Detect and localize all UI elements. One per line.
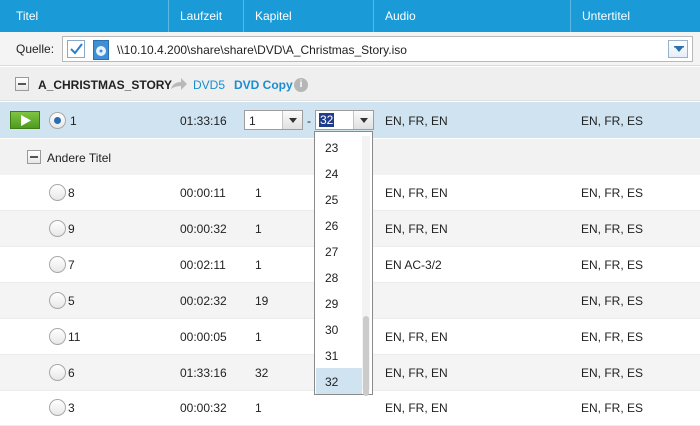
column-divider [373, 0, 374, 32]
title-duration: 00:00:11 [180, 186, 226, 200]
table-row[interactable]: 3 00:00:32 1 EN, FR, EN EN, FR, ES [0, 391, 700, 426]
dvd-copy-link[interactable]: DVD Copy [234, 78, 293, 92]
dropdown-option[interactable]: 27 [316, 238, 362, 264]
dropdown-scrollbar[interactable] [362, 136, 370, 396]
other-titles-label: Andere Titel [47, 151, 112, 165]
chapter-dropdown-list[interactable]: 23 24 25 26 27 28 29 30 31 32 [314, 131, 373, 396]
arrow-right-icon [171, 78, 187, 90]
chapter-to-select[interactable]: 32 [315, 110, 374, 130]
title-number: 8 [68, 186, 75, 200]
column-divider [570, 0, 571, 32]
dropdown-option[interactable]: 26 [316, 212, 362, 238]
title-audio: EN, FR, EN [385, 222, 448, 236]
source-path: \\10.10.4.200\share\share\DVD\A_Christma… [117, 43, 407, 57]
title-chapters: 1 [255, 258, 262, 272]
title-duration: 00:00:32 [180, 401, 227, 415]
column-duration[interactable]: Laufzeit [180, 9, 222, 23]
title-subtitles: EN, FR, ES [581, 401, 644, 415]
title-number: 3 [68, 401, 75, 415]
play-icon [21, 115, 31, 126]
title-radio[interactable] [49, 256, 66, 273]
chapter-range-dash: - [307, 114, 311, 128]
dropdown-option-selected[interactable]: 32 [316, 368, 362, 394]
title-audio: EN, FR, EN [385, 114, 448, 128]
title-duration: 00:00:32 [180, 222, 227, 236]
column-title[interactable]: Titel [16, 9, 38, 23]
dropdown-option[interactable]: 29 [316, 290, 362, 316]
title-radio[interactable] [49, 364, 66, 381]
title-duration: 01:33:16 [180, 114, 227, 128]
title-radio[interactable] [49, 220, 66, 237]
title-number: 6 [68, 366, 75, 380]
dropdown-option[interactable]: 23 [316, 134, 362, 160]
title-radio[interactable] [49, 399, 66, 416]
column-audio[interactable]: Audio [385, 9, 416, 23]
title-number: 5 [68, 294, 75, 308]
source-label: Quelle: [16, 42, 55, 56]
title-chapters: 1 [255, 330, 262, 344]
title-radio[interactable] [49, 292, 66, 309]
collapse-icon[interactable] [15, 77, 29, 91]
title-number: 7 [68, 258, 75, 272]
chapter-to-value[interactable]: 32 [319, 113, 335, 127]
dropdown-option[interactable]: 24 [316, 160, 362, 186]
chapter-from-value: 1 [249, 114, 256, 128]
disc-title: A_CHRISTMAS_STORY [38, 78, 173, 92]
title-number: 11 [68, 330, 81, 344]
disc-group-row: A_CHRISTMAS_STORY DVD5 DVD Copy i [0, 67, 700, 101]
title-chapters: 1 [255, 222, 262, 236]
title-subtitles: EN, FR, ES [581, 330, 644, 344]
title-audio: EN, FR, EN [385, 330, 448, 344]
info-icon[interactable]: i [294, 78, 308, 92]
title-radio[interactable] [49, 112, 66, 129]
column-chapters[interactable]: Kapitel [255, 9, 292, 23]
title-subtitles: EN, FR, ES [581, 222, 644, 236]
title-subtitles: EN, FR, ES [581, 294, 644, 308]
title-audio: EN, FR, EN [385, 366, 448, 380]
title-subtitles: EN, FR, ES [581, 366, 644, 380]
title-chapters: 32 [255, 366, 269, 380]
checkmark-icon [70, 43, 83, 55]
column-divider [243, 0, 244, 32]
title-radio[interactable] [49, 328, 66, 345]
dropdown-option[interactable]: 28 [316, 264, 362, 290]
source-bar: Quelle: \\10.10.4.200\share\share\DVD\A_… [0, 32, 700, 66]
dropdown-option[interactable]: 30 [316, 316, 362, 342]
chapter-from-select[interactable]: 1 [244, 110, 303, 130]
column-subtitles[interactable]: Untertitel [582, 9, 630, 23]
title-duration: 00:02:32 [180, 294, 227, 308]
chevron-down-icon [674, 46, 684, 52]
chapter-to-arrow[interactable] [353, 111, 373, 129]
title-subtitles: EN, FR, ES [581, 114, 644, 128]
title-number: 9 [68, 222, 75, 236]
source-dropdown-button[interactable] [668, 40, 688, 58]
source-select[interactable]: \\10.10.4.200\share\share\DVD\A_Christma… [62, 36, 693, 62]
column-header: Titel Laufzeit Kapitel Audio Untertitel [0, 0, 700, 32]
title-duration: 00:02:11 [180, 258, 226, 272]
column-divider [168, 0, 169, 32]
iso-file-icon [93, 40, 109, 60]
title-chapters: 19 [255, 294, 269, 308]
scrollbar-thumb[interactable] [363, 316, 369, 396]
title-duration: 00:00:05 [180, 330, 227, 344]
title-audio: EN, FR, EN [385, 186, 448, 200]
chapter-from-arrow[interactable] [282, 111, 302, 129]
chevron-down-icon [360, 118, 368, 123]
title-radio[interactable] [49, 184, 66, 201]
dropdown-option[interactable]: 31 [316, 342, 362, 368]
title-number: 1 [70, 114, 77, 128]
title-chapters: 1 [255, 186, 262, 200]
title-audio: EN AC-3/2 [385, 258, 442, 272]
play-button[interactable] [10, 111, 40, 129]
dvd5-link[interactable]: DVD5 [193, 78, 225, 92]
title-duration: 01:33:16 [180, 366, 227, 380]
title-subtitles: EN, FR, ES [581, 258, 644, 272]
title-chapters: 1 [255, 401, 262, 415]
title-subtitles: EN, FR, ES [581, 186, 644, 200]
source-checkbox[interactable] [67, 40, 85, 58]
chevron-down-icon [289, 118, 297, 123]
title-audio: EN, FR, EN [385, 401, 448, 415]
collapse-icon[interactable] [27, 150, 41, 164]
dropdown-option[interactable]: 25 [316, 186, 362, 212]
